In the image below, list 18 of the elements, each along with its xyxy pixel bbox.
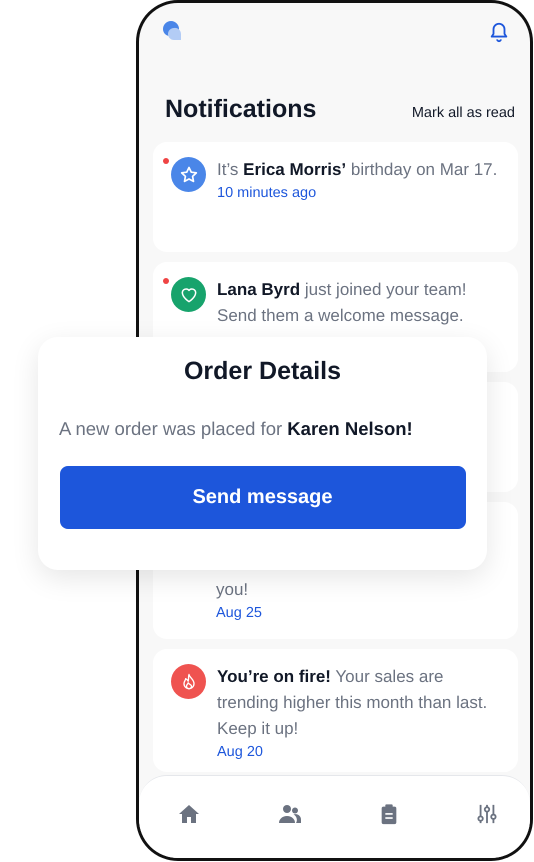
- notification-text: Lana Byrd just joined your team! Send them a welcome message.: [217, 279, 468, 327]
- notification-card[interactable]: It’s Erica Morris’ birthday on Mar 17. 10 minutes ago: [153, 142, 518, 252]
- notification-time: 10 minutes ago: [217, 185, 318, 201]
- home-icon[interactable]: [177, 802, 201, 826]
- notification-time: Aug 20: [217, 744, 264, 760]
- chat-bubbles-icon: [163, 21, 181, 42]
- page-title: Notifications: [165, 95, 316, 124]
- notification-text: It’s Erica Morris’ birthday on Mar 17.: [217, 159, 498, 181]
- people-icon[interactable]: [276, 802, 303, 826]
- notification-time: Aug 25: [216, 605, 263, 621]
- notification-text: You’re on fire! Your sales are trending higher this month than last. Keep it up!: [217, 666, 488, 740]
- notification-text: you!: [216, 579, 250, 601]
- bell-icon[interactable]: [488, 21, 510, 43]
- mark-all-read-link[interactable]: Mark all as read: [412, 105, 515, 121]
- send-message-button[interactable]: Send message: [60, 466, 466, 529]
- dialog-text: A new order was placed for Karen Nelson!: [59, 418, 413, 440]
- notification-card[interactable]: You’re on fire! Your sales are trending higher this month than last. Keep it up! Aug 20: [153, 649, 518, 772]
- sliders-icon[interactable]: [476, 802, 498, 826]
